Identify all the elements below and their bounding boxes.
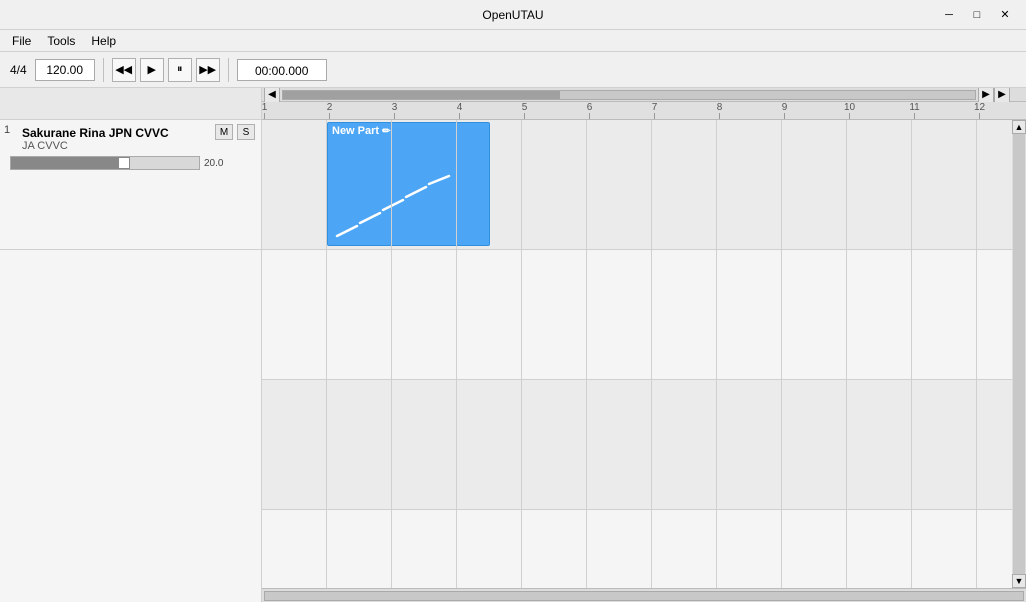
hscroll-thumb (283, 91, 560, 99)
hscroll-bottom (262, 588, 1026, 602)
ruler-mark: 12 (979, 113, 980, 119)
rewind-button[interactable]: ◀◀ (112, 58, 136, 82)
part-block[interactable]: New Part ✏ (327, 122, 490, 246)
tempo-input[interactable] (35, 59, 95, 81)
arrange-panel: ◀ ▶ ▶ 12345678910111213 New Part (262, 88, 1026, 602)
slider-thumb[interactable] (118, 157, 130, 169)
ruler-mark: 6 (589, 113, 590, 119)
track-row: 1 M S Sakurane Rina JPN CVVC JA CVVC 20.… (0, 120, 261, 250)
solo-button[interactable]: S (237, 124, 255, 140)
track-panel: 1 M S Sakurane Rina JPN CVVC JA CVVC 20.… (0, 88, 262, 602)
time-signature-label: 4/4 (6, 63, 31, 77)
track-volume-value: 20.0 (204, 158, 223, 169)
hscroll-track[interactable] (282, 90, 976, 100)
track-controls: M S (215, 124, 255, 140)
ruler-mark: 8 (719, 113, 720, 119)
track-number: 1 (4, 124, 10, 136)
track-subname: JA CVVC (22, 140, 255, 152)
track-empty-space (0, 250, 261, 602)
ruler-mark: 1 (264, 113, 265, 119)
slider-fill (11, 157, 124, 169)
window-title: OpenUTAU (482, 8, 543, 22)
nav-up-right-button[interactable]: ▶ (994, 88, 1010, 103)
vscroll-down-button[interactable]: ▼ (1012, 574, 1026, 588)
ruler-mark: 4 (459, 113, 460, 119)
toolbar: 4/4 ◀◀ ▶ ⏸ ▶▶ 00:00.000 (0, 52, 1026, 88)
ruler-mark: 2 (329, 113, 330, 119)
vscroll-track[interactable] (1013, 134, 1025, 574)
ruler-mark: 11 (914, 113, 915, 119)
part-notes-svg (332, 171, 487, 241)
top-scrollbar-row: ◀ ▶ ▶ (262, 88, 1026, 102)
track-volume-slider[interactable] (10, 156, 200, 170)
ruler-mark: 3 (394, 113, 395, 119)
main-area: 1 M S Sakurane Rina JPN CVVC JA CVVC 20.… (0, 88, 1026, 602)
mute-button[interactable]: M (215, 124, 233, 140)
grid-row-1: New Part ✏ (262, 120, 1026, 250)
grid-row-3 (262, 380, 1026, 510)
part-label: New Part (332, 125, 379, 137)
part-title: New Part ✏ (328, 123, 489, 139)
fast-forward-button[interactable]: ▶▶ (196, 58, 220, 82)
ruler-mark: 5 (524, 113, 525, 119)
minimize-button[interactable]: ─ (936, 5, 962, 25)
hscroll-bottom-track[interactable] (264, 591, 1024, 601)
grid-row-2 (262, 250, 1026, 380)
pencil-icon: ✏ (382, 126, 390, 137)
grid-vscroll-container: New Part ✏ (262, 120, 1026, 588)
play-button[interactable]: ▶ (140, 58, 164, 82)
grid-row-4 (262, 510, 1026, 588)
ruler: 12345678910111213 (262, 102, 1026, 120)
toolbar-separator-1 (103, 58, 104, 82)
ruler-mark: 10 (849, 113, 850, 119)
menu-help[interactable]: Help (83, 32, 124, 50)
maximize-button[interactable]: □ (964, 5, 990, 25)
time-display: 00:00.000 (237, 59, 327, 81)
vscroll-up-button[interactable]: ▲ (1012, 120, 1026, 134)
toolbar-separator-2 (228, 58, 229, 82)
ruler-mark: 9 (784, 113, 785, 119)
pause-button[interactable]: ⏸ (168, 58, 192, 82)
ruler-mark: 7 (654, 113, 655, 119)
menu-tools[interactable]: Tools (39, 32, 83, 50)
track-panel-header (0, 88, 261, 120)
vscroll: ▲ ▼ (1012, 120, 1026, 588)
menu-file[interactable]: File (4, 32, 39, 50)
menu-bar: File Tools Help (0, 30, 1026, 52)
window-controls: ─ □ ✕ (936, 5, 1018, 25)
nav-right-button[interactable]: ▶ (978, 88, 994, 103)
track-volume-row: 20.0 (10, 156, 255, 170)
close-button[interactable]: ✕ (992, 5, 1018, 25)
grid-area[interactable]: New Part ✏ (262, 120, 1026, 588)
title-bar: OpenUTAU ─ □ ✕ (0, 0, 1026, 30)
nav-left-button[interactable]: ◀ (264, 88, 280, 103)
